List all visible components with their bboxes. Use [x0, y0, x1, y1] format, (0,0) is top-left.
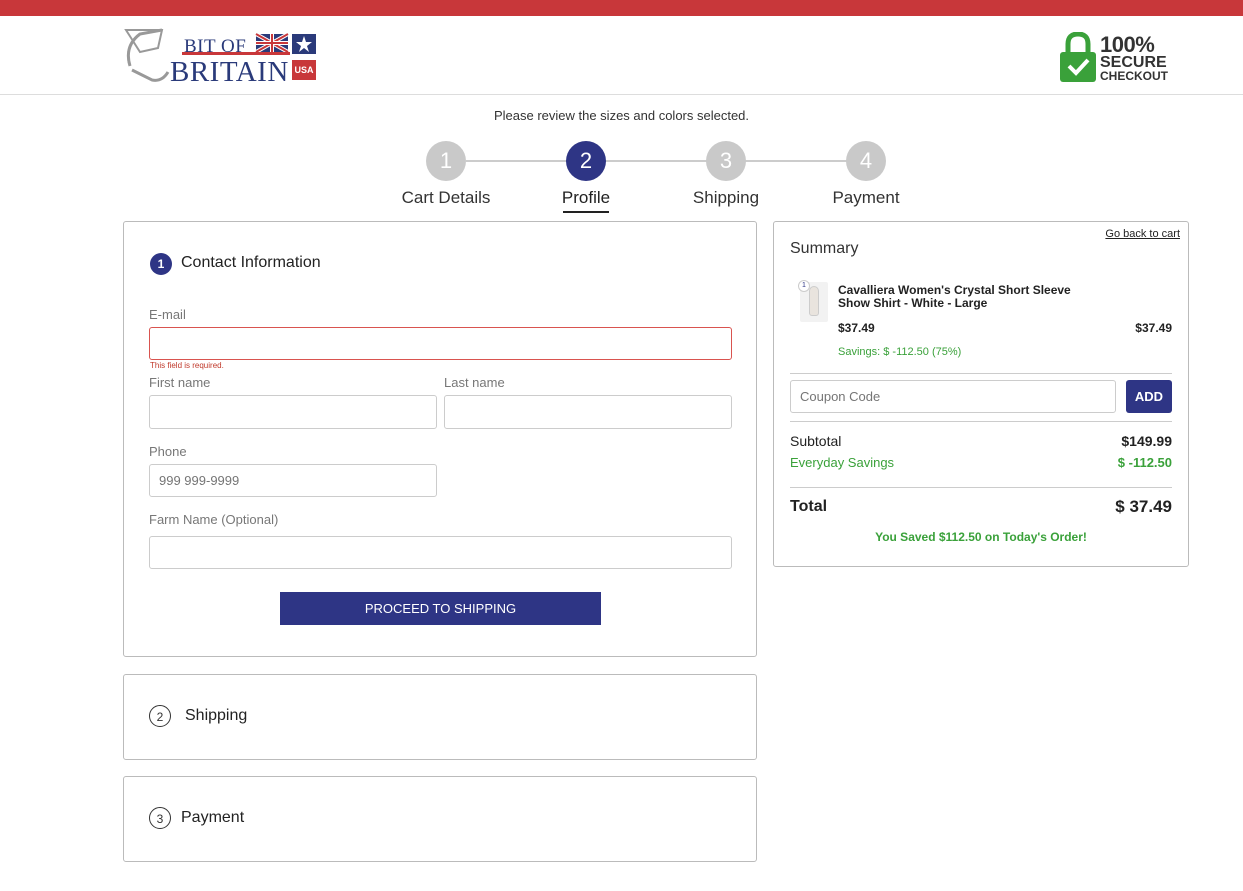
- section-number-badge: 2: [149, 705, 171, 727]
- section-title: Payment: [181, 809, 245, 826]
- email-field[interactable]: [149, 327, 732, 360]
- phone-field[interactable]: [149, 464, 437, 497]
- shipping-section-panel[interactable]: 2 Shipping: [123, 674, 757, 760]
- step-label: Profile: [561, 188, 611, 207]
- step-number: 2: [566, 141, 606, 181]
- subtotal-label: Subtotal: [790, 433, 842, 449]
- secure-checkout-badge: 100% SECURE CHECKOUT: [1058, 30, 1188, 86]
- last-name-label: Last name: [444, 375, 505, 390]
- divider: [790, 373, 1172, 374]
- everyday-savings-value: $ -112.50: [1117, 455, 1172, 470]
- divider: [790, 421, 1172, 422]
- first-name-label: First name: [149, 375, 211, 390]
- section-number-badge: 1: [150, 253, 172, 275]
- logo-text-bottom: BRITAIN: [170, 56, 289, 88]
- bit-of-britain-logo[interactable]: BIT OF BRITAIN USA: [122, 22, 322, 90]
- step-payment[interactable]: 4 Payment: [806, 141, 926, 208]
- section-title: Contact Information: [181, 254, 321, 271]
- you-saved-message: You Saved $112.50 on Today's Order!: [875, 530, 1087, 544]
- shirt-image: [809, 286, 819, 316]
- active-step-underline: [563, 211, 609, 213]
- site-header: BIT OF BRITAIN USA 100% SECURE CHECKOUT: [0, 16, 1243, 95]
- farm-name-field[interactable]: [149, 536, 732, 569]
- product-line-total: $37.49: [1135, 321, 1172, 335]
- coupon-code-input[interactable]: [790, 380, 1116, 413]
- payment-section-panel[interactable]: 3 Payment: [123, 776, 757, 862]
- everyday-savings-label: Everyday Savings: [790, 455, 895, 470]
- step-cart-details[interactable]: 1 Cart Details: [386, 141, 506, 208]
- divider: [790, 487, 1172, 488]
- checkout-stepper: 1 Cart Details 2 Profile 3 Shipping 4 Pa…: [380, 141, 940, 215]
- step-label: Payment: [832, 188, 900, 207]
- step-number: 1: [426, 141, 466, 181]
- product-savings: Savings: $ -112.50 (75%): [838, 346, 962, 358]
- step-shipping[interactable]: 3 Shipping: [666, 141, 786, 208]
- order-summary-panel: Summary Go back to cart 1 Cavalliera Wom…: [773, 221, 1189, 567]
- step-profile[interactable]: 2 Profile: [526, 141, 646, 213]
- farm-name-label: Farm Name (Optional): [149, 512, 279, 527]
- review-notice: Please review the sizes and colors selec…: [493, 108, 750, 123]
- top-accent-bar: [0, 0, 1243, 16]
- section-title: Shipping: [185, 707, 248, 724]
- product-unit-price: $37.49: [838, 321, 875, 335]
- step-number: 3: [706, 141, 746, 181]
- email-label: E-mail: [149, 307, 186, 322]
- logo-text-top: BIT OF: [184, 36, 247, 57]
- padlock-check-icon: [1060, 32, 1096, 82]
- last-name-field[interactable]: [444, 395, 732, 429]
- email-error-text: This field is required.: [150, 361, 224, 370]
- quantity-badge: 1: [798, 280, 810, 292]
- summary-title: Summary: [790, 240, 859, 257]
- total-value: $ 37.49: [1115, 497, 1172, 516]
- section-number-badge: 3: [149, 807, 171, 829]
- go-back-to-cart-link[interactable]: Go back to cart: [1105, 228, 1180, 240]
- step-label: Cart Details: [401, 188, 491, 207]
- product-name: Cavalliera Women's Crystal Short Sleeve …: [838, 283, 1071, 310]
- total-label: Total: [790, 498, 828, 515]
- checkout-word: CHECKOUT: [1100, 69, 1168, 83]
- add-coupon-button[interactable]: ADD: [1126, 380, 1172, 413]
- first-name-field[interactable]: [149, 395, 437, 429]
- phone-label: Phone: [149, 444, 187, 459]
- subtotal-value: $149.99: [1121, 433, 1172, 449]
- contact-information-panel: 1 Contact Information E-mail This field …: [123, 221, 757, 657]
- step-number: 4: [846, 141, 886, 181]
- logo-usa-badge: USA: [292, 60, 316, 80]
- proceed-to-shipping-button[interactable]: PROCEED TO SHIPPING: [280, 592, 601, 625]
- step-label: Shipping: [692, 188, 760, 207]
